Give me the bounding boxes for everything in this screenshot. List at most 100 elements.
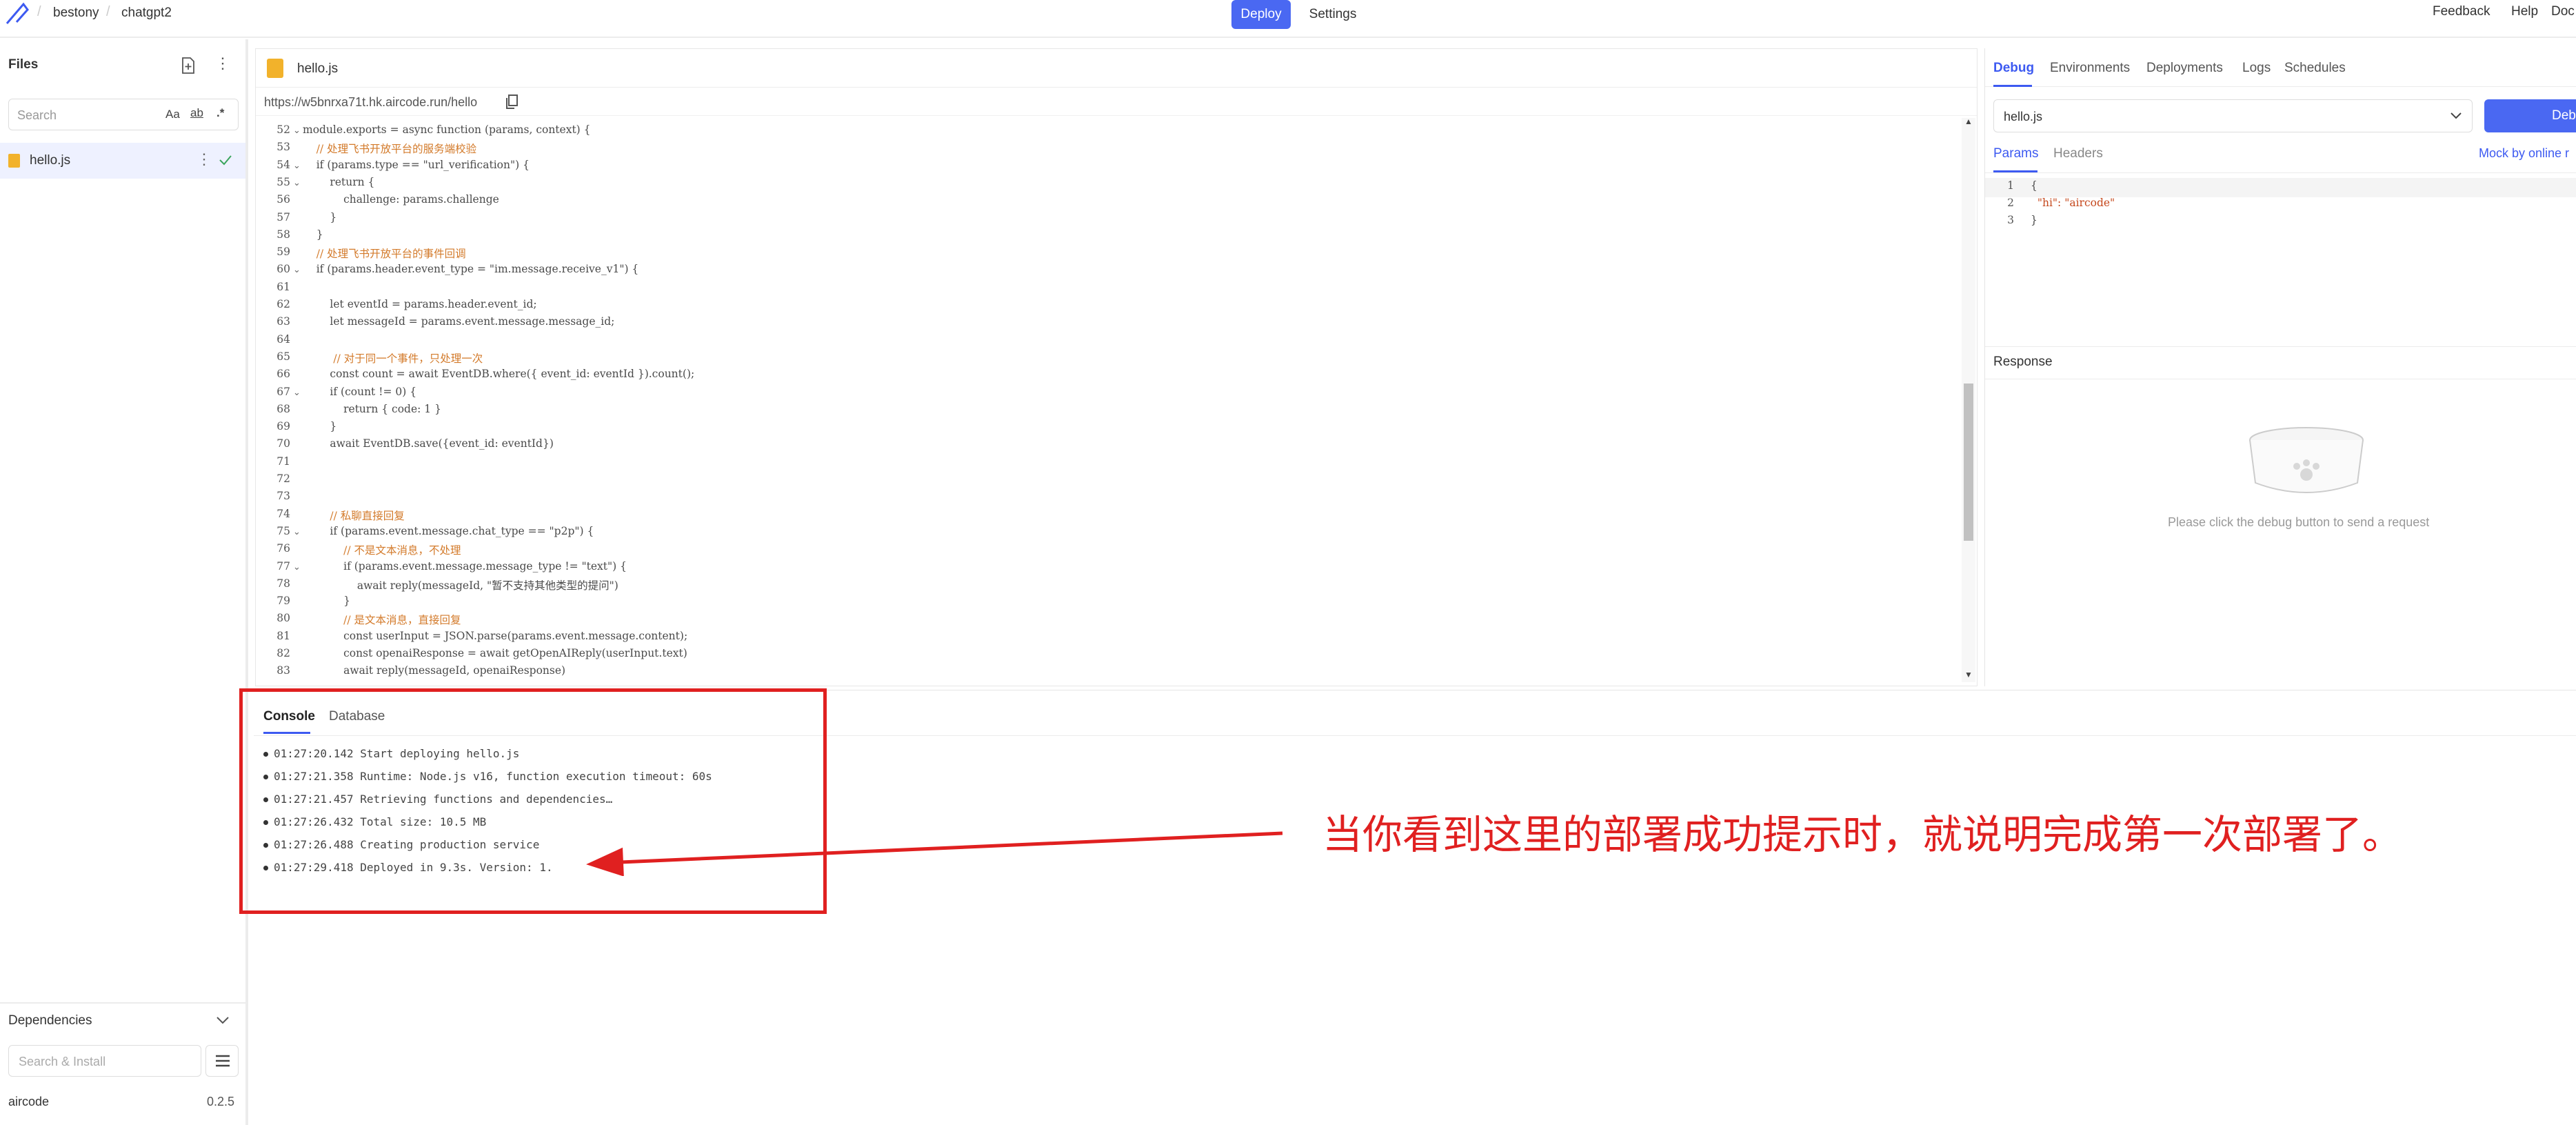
tab-schedules[interactable]: Schedules [2284, 61, 2346, 76]
function-url[interactable]: https://w5bnrxa71t.hk.aircode.run/hello [264, 95, 477, 110]
dependency-list-button[interactable] [205, 1045, 239, 1077]
code-line[interactable]: 73 [256, 488, 1952, 506]
search-input[interactable]: Search [17, 108, 57, 123]
file-search-box[interactable]: Search Aa ab .* [8, 99, 239, 130]
mock-online-link[interactable]: Mock by online r [2479, 146, 2569, 161]
divider [1985, 346, 2576, 347]
code-line[interactable]: 66 const count = await EventDB.where({ e… [256, 366, 1952, 384]
code-line[interactable]: 64 [256, 332, 1952, 349]
file-item-hello-js[interactable]: hello.js ⋮ [0, 143, 245, 179]
code-line[interactable]: 70 await EventDB.save({event_id: eventId… [256, 436, 1952, 453]
tab-params[interactable]: Params [1993, 146, 2038, 161]
file-more-icon[interactable]: ⋮ [197, 150, 212, 168]
tab-headers[interactable]: Headers [2053, 146, 2103, 161]
code-text: } [303, 228, 323, 241]
tab-deployments[interactable]: Deployments [2146, 61, 2223, 76]
code-line[interactable]: 82 const openaiResponse = await getOpenA… [256, 646, 1952, 663]
code-line[interactable]: 54 ⌄ if (params.type == "url_verification… [256, 157, 1952, 175]
file-select[interactable]: hello.js [1993, 99, 2473, 132]
feedback-link[interactable]: Feedback [2433, 4, 2490, 19]
fold-chevron-icon[interactable]: ⌄ [293, 160, 301, 171]
code-line[interactable]: 58 } [256, 227, 1952, 244]
line-number: 2 [2007, 197, 2014, 209]
code-line[interactable]: 80 // 是文本消息，直接回复 [256, 610, 1952, 628]
regex-icon[interactable]: .* [217, 106, 224, 120]
match-case-icon[interactable]: Aa [165, 108, 180, 121]
code-line[interactable]: 69 } [256, 419, 1952, 436]
docs-link[interactable]: Doc [2551, 4, 2575, 19]
code-line[interactable]: 78 await reply(messageId, "暂不支持其他类型的提问") [256, 576, 1952, 593]
line-number: 58 [276, 228, 290, 241]
fold-chevron-icon[interactable]: ⌄ [293, 125, 301, 136]
scrollbar-thumb[interactable] [1964, 384, 1973, 541]
line-number: 3 [2007, 214, 2014, 226]
code-area[interactable]: 52 ⌄ module.exports = async function (para… [256, 122, 1959, 681]
code-line[interactable]: 61 [256, 279, 1952, 297]
code-line[interactable]: 74 // 私聊直接回复 [256, 506, 1952, 524]
fold-chevron-icon[interactable]: ⌄ [293, 387, 301, 398]
line-number: 56 [276, 193, 290, 206]
scroll-down-icon[interactable]: ▼ [1964, 670, 1973, 679]
line-number: 79 [276, 595, 290, 608]
copy-icon[interactable] [504, 94, 519, 110]
fold-chevron-icon[interactable]: ⌄ [293, 264, 301, 275]
code-line[interactable]: 53 // 处理飞书开放平台的服务端校验 [256, 139, 1952, 157]
line-number: 81 [276, 629, 290, 642]
deploy-button[interactable]: Deploy [1231, 0, 1291, 29]
code-line[interactable]: 55 ⌄ return { [256, 175, 1952, 192]
scroll-up-icon[interactable]: ▲ [1964, 117, 1973, 126]
help-link[interactable]: Help [2511, 4, 2538, 19]
code-line[interactable]: 83 await reply(messageId, openaiResponse… [256, 663, 1952, 680]
debug-button[interactable]: Debug [2484, 99, 2576, 132]
code-line[interactable]: 77 ⌄ if (params.event.message.message_typ… [256, 559, 1952, 576]
code-line[interactable]: 75 ⌄ if (params.event.message.chat_type =… [256, 524, 1952, 541]
editor-scrollbar[interactable]: ▲ ▼ [1962, 117, 1975, 682]
line-number: 55 [276, 175, 290, 188]
code-line[interactable]: 56 challenge: params.challenge [256, 192, 1952, 209]
more-options-icon[interactable]: ⋮ [215, 54, 230, 72]
line-number: 83 [276, 664, 290, 677]
tab-debug[interactable]: Debug [1993, 61, 2034, 76]
code-line[interactable]: 71 [256, 454, 1952, 471]
app-logo-icon[interactable] [3, 0, 30, 28]
code-text: const openaiResponse = await getOpenAIRe… [303, 647, 687, 659]
line-number: 76 [276, 542, 290, 555]
tab-environments[interactable]: Environments [2050, 61, 2130, 76]
file-sidebar: Files ⋮ Search Aa ab .* hello.js ⋮ Depen… [0, 39, 248, 1125]
fold-chevron-icon[interactable]: ⌄ [293, 561, 301, 573]
editor-tab-hello-js[interactable]: hello.js [297, 61, 338, 77]
fold-chevron-icon[interactable]: ⌄ [293, 177, 301, 188]
fold-chevron-icon[interactable]: ⌄ [293, 526, 301, 537]
divider [0, 1002, 245, 1004]
line-number: 82 [276, 647, 290, 659]
breadcrumb-project[interactable]: chatgpt2 [121, 6, 172, 21]
match-word-icon[interactable]: ab [190, 106, 203, 120]
line-number: 69 [276, 420, 290, 433]
code-text: await reply(messageId, "暂不支持其他类型的提问") [303, 579, 618, 592]
code-line[interactable]: 68 return { code: 1 } [256, 401, 1952, 419]
debug-panel: Debug Environments Deployments Logs Sche… [1984, 48, 2576, 686]
js-file-icon [267, 59, 283, 78]
tab-logs[interactable]: Logs [2242, 61, 2271, 76]
code-line[interactable]: 63 let messageId = params.event.message.… [256, 314, 1952, 331]
code-line[interactable]: 57 } [256, 210, 1952, 227]
line-number: 59 [276, 246, 290, 259]
params-editor[interactable]: 1 {2 "hi": "aircode" 3} [1985, 179, 2576, 248]
settings-button[interactable]: Settings [1302, 0, 1364, 29]
code-line[interactable]: 72 [256, 471, 1952, 488]
code-line[interactable]: 67 ⌄ if (count != 0) { [256, 384, 1952, 401]
code-line[interactable]: 79 } [256, 593, 1952, 610]
breadcrumb-workspace[interactable]: bestony [53, 6, 99, 21]
line-number: 65 [276, 350, 290, 363]
code-line[interactable]: 81 const userInput = JSON.parse(params.e… [256, 628, 1952, 646]
line-number: 74 [276, 507, 290, 520]
code-line[interactable]: 62 let eventId = params.header.event_id; [256, 297, 1952, 314]
chevron-down-icon[interactable] [215, 1015, 230, 1026]
code-line[interactable]: 65 // 对于同一个事件，只处理一次 [256, 349, 1952, 366]
new-file-icon[interactable] [181, 57, 196, 74]
code-line[interactable]: 76 // 不是文本消息，不处理 [256, 541, 1952, 558]
code-line[interactable]: 52 ⌄ module.exports = async function (para… [256, 122, 1952, 139]
dependency-search-input[interactable]: Search & Install [8, 1045, 201, 1077]
code-line[interactable]: 60 ⌄ if (params.header.event_type = "im.m… [256, 261, 1952, 279]
code-line[interactable]: 59 // 处理飞书开放平台的事件回调 [256, 244, 1952, 261]
